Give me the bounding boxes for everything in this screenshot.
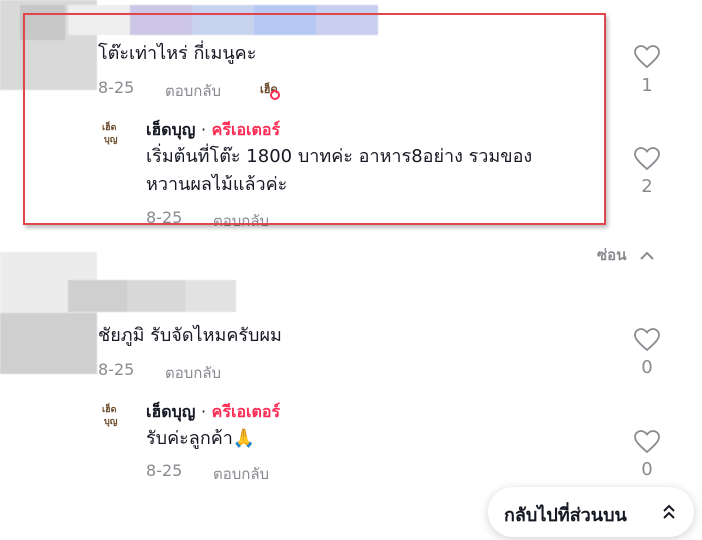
double-chevron-up-icon [663,504,675,519]
hide-replies-button[interactable]: ซ่อน [597,243,654,267]
comment-2-date: 8-25 [98,360,135,379]
reply-2-like-icon[interactable] [634,430,660,454]
svg-text:เฮ็ด: เฮ็ด [102,120,117,133]
reply-2-author-name[interactable]: เฮ็ดบุญ [146,402,195,421]
reply-2-date: 8-25 [146,461,183,480]
reply-1-date: 8-25 [146,208,183,227]
reply-1-creator-badge: ครีเอเตอร์ [211,120,281,139]
reply-1-like-count: 2 [641,176,653,197]
reply-1-reply-button[interactable]: ตอบกลับ [213,209,269,233]
reply-1-like-icon[interactable] [634,147,660,171]
reply-2-author[interactable]: เฮ็ดบุญ · ครีเอเตอร์ [146,400,280,425]
reply-1-text-line1: เริ่มต้นที่โต๊ะ 1800 บาทค่ะ อาหาร8อย่าง … [146,146,533,167]
creator-avatar-2: เฮ็ด บุญ [100,400,128,428]
reply-1-separator: · [201,120,207,139]
reply-1-author-name[interactable]: เฮ็ดบุญ [146,120,195,139]
reply-2-like-count: 0 [641,459,653,480]
comment-1-date: 8-25 [98,78,135,97]
reply-2-text: รับค่ะลูกค้า🙏 [146,428,256,449]
blurred-username-1 [68,5,378,35]
reply-2-reply-button[interactable]: ตอบกลับ [213,462,269,486]
svg-text:เฮ็ด: เฮ็ด [260,82,278,96]
comment-2-like-count: 0 [641,357,653,378]
comment-2-like-icon[interactable] [634,328,660,352]
reply-1-author[interactable]: เฮ็ดบุญ · ครีเอเตอร์ [146,118,280,143]
creator-avatar: เฮ็ด บุญ [100,118,128,146]
svg-text:บุญ: บุญ [104,417,118,427]
back-to-top-label: กลับไปที่ส่วนบน [504,505,627,526]
liked-by-creator-icon: เฮ็ด [258,78,282,102]
reply-2-creator-badge: ครีเอเตอร์ [211,402,281,421]
reply-2-separator: · [201,402,207,421]
comment-1-reply-button[interactable]: ตอบกลับ [165,79,221,103]
comment-1-like-count: 1 [641,75,653,96]
comment-2-text: ชัยภูมิ รับจัดไหมครับผม [98,325,282,346]
blurred-avatar-pixel [20,5,65,40]
blurred-username-2 [68,280,236,312]
blurred-avatar-2 [0,252,97,374]
chevron-up-icon [639,251,654,260]
svg-text:บุญ: บุญ [104,135,118,145]
back-to-top-button[interactable]: กลับไปที่ส่วนบน [488,487,694,537]
hide-replies-label: ซ่อน [597,246,627,264]
comment-2-reply-button[interactable]: ตอบกลับ [165,361,221,385]
comment-1-like-icon[interactable] [634,45,660,69]
comment-1-text: โต๊ะเท่าไหร่ กี่เมนูคะ [98,43,257,64]
reply-1-text-line2: หวานผลไม้แล้วค่ะ [146,174,288,195]
svg-text:เฮ็ด: เฮ็ด [102,402,117,415]
